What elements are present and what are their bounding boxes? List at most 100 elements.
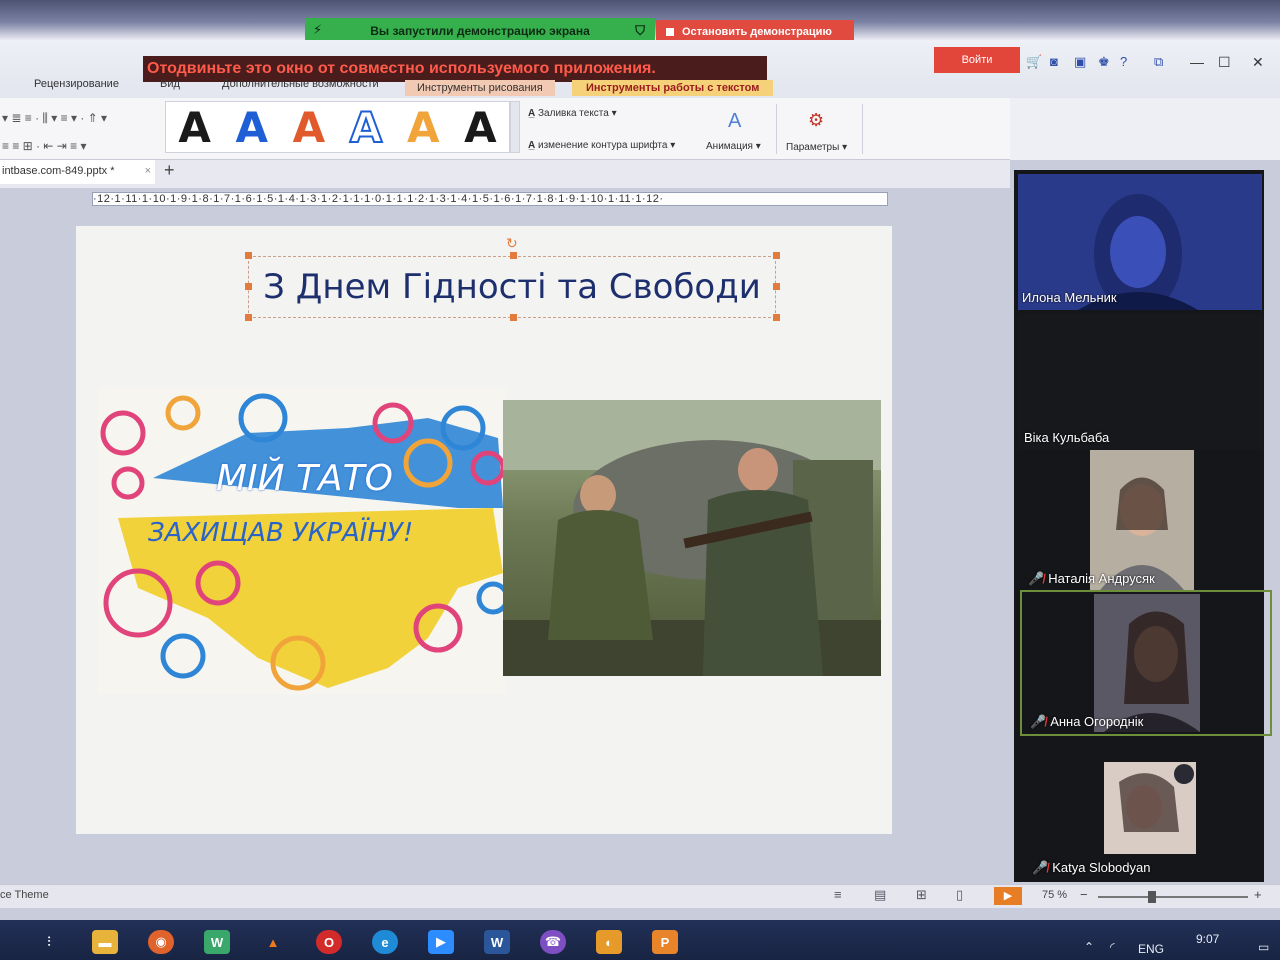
- participant-name-3: 🎤̸ Наталія Андрусяк: [1028, 571, 1155, 587]
- status-bar: [0, 884, 1280, 908]
- viber-icon[interactable]: ☎: [540, 930, 566, 954]
- style-orange[interactable]: A: [293, 103, 326, 152]
- firefox-icon[interactable]: ◉: [148, 930, 174, 954]
- participant-name-1: Илона Мельник: [1022, 290, 1117, 305]
- muted-mic-icon: 🎤̸: [1028, 571, 1045, 586]
- text-outline-label: изменение контура шрифта: [538, 140, 668, 151]
- resize-handle[interactable]: [773, 314, 780, 321]
- zoom-slider[interactable]: [1098, 896, 1248, 898]
- animation-icon[interactable]: A: [728, 110, 741, 133]
- zoom-app-icon[interactable]: ▶: [428, 930, 454, 954]
- poster-line-1: МІЙ ТАТО: [216, 458, 393, 499]
- text-fill-icon: A̲: [528, 108, 536, 119]
- user-icon[interactable]: ♚: [1098, 54, 1110, 70]
- zoom-level[interactable]: 75 %: [1042, 889, 1067, 901]
- horizontal-ruler[interactable]: ·12·1·11·1·10·1·9·1·8·1·7·1·6·1·5·1·4·1·…: [92, 192, 888, 206]
- animation-label: Анимация: [706, 141, 753, 152]
- vlc-icon[interactable]: ▲: [260, 930, 286, 954]
- presentation-icon[interactable]: P: [652, 930, 678, 954]
- style-black-2[interactable]: A: [464, 103, 497, 152]
- params-label: Параметры: [786, 142, 840, 153]
- clock[interactable]: 9:07: [1196, 932, 1219, 946]
- restore-icon[interactable]: ⧉: [1154, 54, 1163, 70]
- close-tab-icon[interactable]: ×: [145, 165, 151, 177]
- rotate-handle-icon[interactable]: ↻: [506, 235, 518, 252]
- paragraph-tools[interactable]: ▾ ≣ ≡ · ⫼ ▾ ≡ ▾ · ⇑ ▾ ≡ ≡ ⊞ · ⇤ ⇥ ≡ ▾: [2, 104, 107, 160]
- text-fill-button[interactable]: A̲ Заливка текста ▾: [528, 108, 617, 119]
- muted-mic-icon: 🎤̸: [1030, 714, 1047, 729]
- resize-handle[interactable]: [245, 314, 252, 321]
- participant-name-5: 🎤̸ Katya Slobodyan: [1032, 860, 1150, 876]
- text-fill-label: Заливка текста: [538, 108, 609, 119]
- opera-icon[interactable]: O: [316, 930, 342, 954]
- slideshow-play-button[interactable]: ▶: [994, 887, 1022, 905]
- participant-name-3-text: Наталія Андрусяк: [1048, 571, 1155, 586]
- reading-view-icon[interactable]: ▯: [956, 887, 963, 903]
- text-outline-icon: A̲: [528, 140, 536, 151]
- maximize-icon[interactable]: ☐: [1218, 54, 1231, 71]
- style-blue[interactable]: A: [235, 103, 268, 152]
- app-icon[interactable]: ◐: [596, 930, 622, 954]
- participant-name-4: 🎤̸ Анна Огороднік: [1030, 714, 1143, 730]
- tab-extras[interactable]: Дополнительные возможности: [222, 78, 379, 90]
- notifications-icon[interactable]: ▭: [1258, 940, 1269, 954]
- gallery-scroll[interactable]: [510, 101, 520, 153]
- participant-video: [1104, 762, 1196, 854]
- document-tab[interactable]: intbase.com-849.pptx * ×: [0, 160, 155, 184]
- tray-chevron-icon[interactable]: ⌃: [1084, 940, 1094, 954]
- video-tile-4[interactable]: [1094, 594, 1200, 732]
- notes-icon[interactable]: ≡: [834, 887, 842, 902]
- zoom-in-icon[interactable]: +: [1254, 887, 1262, 902]
- new-tab-icon[interactable]: +: [164, 160, 175, 181]
- params-button[interactable]: Параметры ▾: [786, 142, 847, 153]
- wifi-icon[interactable]: ◜: [1110, 940, 1115, 954]
- video-tile-5[interactable]: [1104, 762, 1196, 854]
- stop-share-label: Остановить демонстрацию: [682, 26, 832, 38]
- resize-handle[interactable]: [245, 252, 252, 259]
- task-view-icon[interactable]: ⫶: [36, 930, 62, 954]
- text-style-gallery[interactable]: A A A A A A: [165, 101, 510, 153]
- participant-name-5-text: Katya Slobodyan: [1052, 860, 1151, 875]
- resize-handle[interactable]: [510, 252, 517, 259]
- cart-icon[interactable]: 🛒: [1026, 54, 1042, 70]
- style-gold[interactable]: A: [407, 103, 440, 152]
- participant-name-4-text: Анна Огороднік: [1050, 714, 1144, 729]
- help-icon[interactable]: ?: [1120, 54, 1127, 69]
- tab-text-tools[interactable]: Инструменты работы с текстом: [572, 80, 774, 96]
- slide-title[interactable]: З Днем Гідності та Свободи: [248, 262, 776, 312]
- file-explorer-icon[interactable]: ▬: [92, 930, 118, 954]
- document-icon[interactable]: ▣: [1074, 54, 1086, 70]
- params-icon[interactable]: ⚙: [808, 110, 824, 131]
- minimize-icon[interactable]: —: [1190, 54, 1204, 70]
- align-icon[interactable]: ≡ ≡ ⊞ · ⇤ ⇥ ≡ ▾: [2, 132, 107, 160]
- close-icon[interactable]: ✕: [1252, 54, 1264, 71]
- zoom-slider-knob[interactable]: [1148, 891, 1156, 903]
- text-outline-button[interactable]: A̲ изменение контура шрифта ▾: [528, 140, 675, 151]
- zoom-out-icon[interactable]: −: [1080, 887, 1088, 902]
- soldiers-photo[interactable]: [503, 400, 881, 676]
- poster-image[interactable]: МІЙ ТАТО ЗАХИЩАВ УКРАЇНУ!: [98, 388, 506, 694]
- resize-handle[interactable]: [773, 252, 780, 259]
- style-black[interactable]: A: [178, 103, 211, 152]
- tab-review[interactable]: Рецензирование: [34, 78, 119, 90]
- slide-sorter-icon[interactable]: ⊞: [916, 887, 927, 903]
- tab-drawing-tools[interactable]: Инструменты рисования: [405, 80, 555, 96]
- word-icon[interactable]: W: [484, 930, 510, 954]
- theme-label: ce Theme: [0, 889, 49, 901]
- list-icon[interactable]: ▾ ≣ ≡ · ⫼ ▾ ≡ ▾ · ⇑ ▾: [2, 104, 107, 132]
- normal-view-icon[interactable]: ▤: [874, 887, 886, 903]
- writer-icon[interactable]: W: [204, 930, 230, 954]
- participant-video: [1094, 594, 1200, 732]
- style-blue-outline[interactable]: A: [349, 102, 383, 153]
- language-indicator[interactable]: ENG: [1138, 942, 1164, 956]
- skin-icon[interactable]: ◙: [1050, 54, 1058, 69]
- document-tab-name: intbase.com-849.pptx *: [2, 165, 115, 177]
- resize-handle[interactable]: [510, 314, 517, 321]
- login-button[interactable]: Войти: [934, 47, 1020, 73]
- muted-mic-icon: 🎤̸: [1032, 860, 1049, 875]
- stop-icon: [666, 28, 674, 36]
- animation-button[interactable]: Анимация ▾: [706, 141, 761, 152]
- tab-view[interactable]: Вид: [160, 78, 180, 90]
- edge-icon[interactable]: e: [372, 930, 398, 954]
- video-tile-3[interactable]: [1090, 450, 1194, 590]
